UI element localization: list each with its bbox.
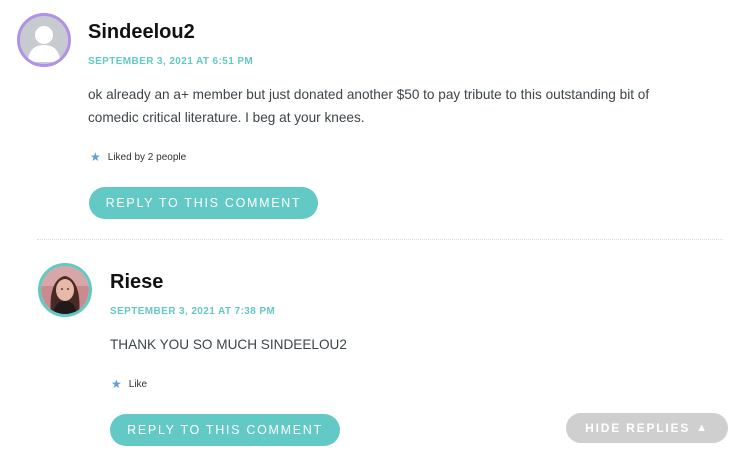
avatar[interactable] — [17, 13, 71, 67]
comment-timestamp[interactable]: SEPTEMBER 3, 2021 AT 6:51 PM — [88, 56, 253, 67]
user-photo-avatar-icon — [41, 266, 89, 314]
hide-replies-button[interactable]: HIDE REPLIES ▲ — [566, 413, 728, 443]
comment-body: ok already an a+ member but just donated… — [88, 87, 650, 125]
like-button[interactable]: ★ Like — [111, 378, 147, 390]
comment-author[interactable]: Sindeelou2 — [88, 21, 195, 44]
avatar[interactable] — [38, 263, 92, 317]
like-row[interactable]: ★ Liked by 2 people — [90, 151, 186, 163]
star-icon: ★ — [111, 377, 122, 391]
like-text: Like — [128, 378, 148, 390]
hide-replies-label: HIDE REPLIES — [585, 421, 691, 435]
comment-body: THANK YOU SO MUCH SINDEELOU2 — [110, 337, 347, 352]
star-icon: ★ — [90, 150, 101, 164]
comment-timestamp[interactable]: SEPTEMBER 3, 2021 AT 7:38 PM — [110, 306, 275, 317]
default-user-avatar-icon — [20, 16, 68, 64]
comment-author[interactable]: Riese — [110, 271, 163, 294]
reply-button[interactable]: REPLY TO THIS COMMENT — [89, 187, 318, 219]
comment-divider — [37, 239, 723, 240]
reply-button[interactable]: REPLY TO THIS COMMENT — [110, 414, 340, 446]
like-text: Liked by 2 people — [107, 151, 187, 163]
triangle-up-icon: ▲ — [696, 422, 709, 434]
